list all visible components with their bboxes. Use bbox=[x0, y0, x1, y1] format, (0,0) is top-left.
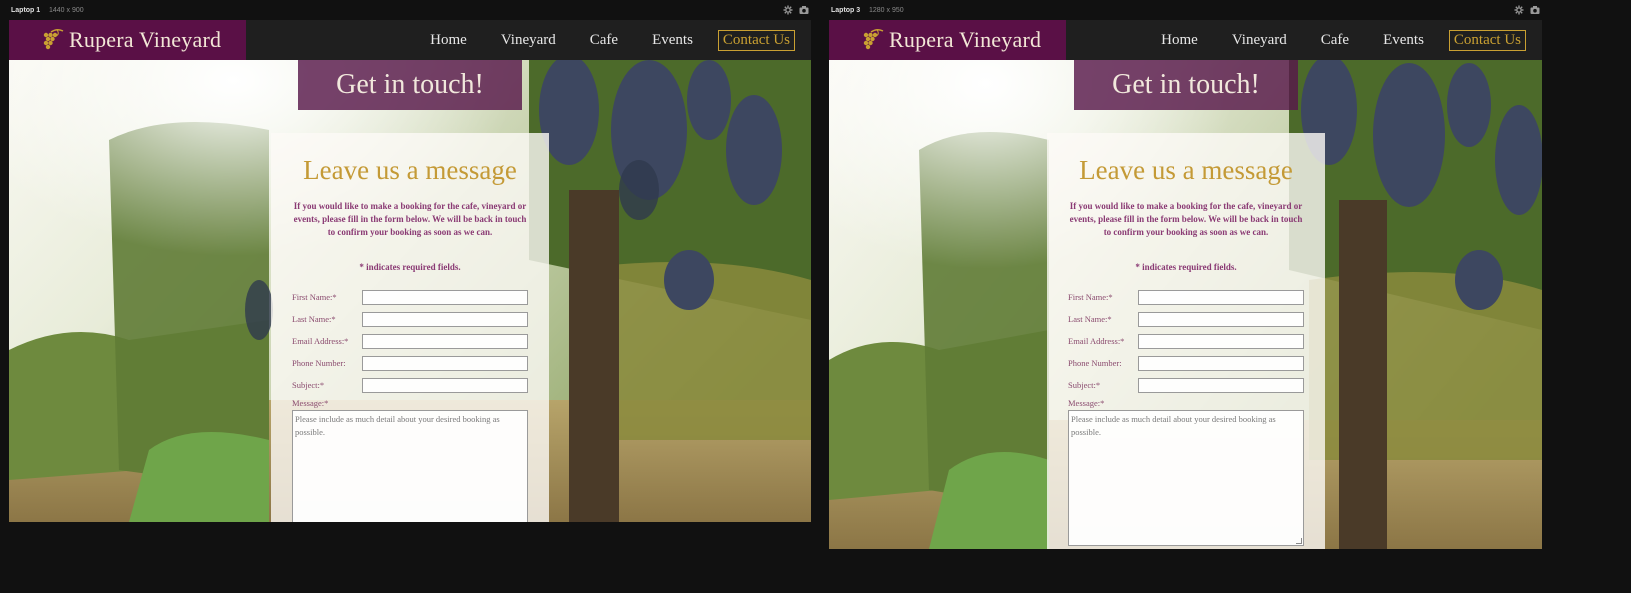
last-name-label: Last Name:* bbox=[1068, 314, 1112, 324]
required-note: * indicates required fields. bbox=[1135, 262, 1237, 272]
form-heading: Leave us a message bbox=[303, 155, 517, 185]
email-input[interactable] bbox=[362, 334, 528, 349]
message-placeholder: Please include as much detail about your… bbox=[1071, 414, 1276, 437]
nav-vineyard[interactable]: Vineyard bbox=[484, 32, 573, 49]
field-row-email: Email Address:* bbox=[1068, 334, 1304, 350]
required-note: * indicates required fields. bbox=[359, 262, 461, 272]
brand[interactable]: Rupera Vineyard bbox=[9, 20, 246, 60]
message-textarea[interactable]: Please include as much detail about your… bbox=[292, 410, 528, 522]
first-name-input[interactable] bbox=[362, 290, 528, 305]
device-name: Laptop 1 bbox=[11, 7, 41, 14]
field-row-email: Email Address:* bbox=[292, 334, 528, 350]
site-navbar: Rupera Vineyard Home Vineyard Cafe Event… bbox=[9, 20, 811, 60]
first-name-label: First Name:* bbox=[1068, 292, 1113, 302]
form-heading: Leave us a message bbox=[1079, 155, 1293, 185]
site-navbar: Rupera Vineyard Home Vineyard Cafe Event… bbox=[829, 20, 1542, 60]
nav-home[interactable]: Home bbox=[413, 32, 484, 49]
nav-cafe[interactable]: Cafe bbox=[1304, 32, 1366, 49]
contact-form-panel: Leave us a message If you would like to … bbox=[1047, 133, 1325, 549]
viewport-screen: Rupera Vineyard Home Vineyard Cafe Event… bbox=[9, 20, 811, 522]
nav-home[interactable]: Home bbox=[1144, 32, 1215, 49]
field-row-first-name: First Name:* bbox=[292, 290, 528, 306]
subject-input[interactable] bbox=[362, 378, 528, 393]
last-name-label: Last Name:* bbox=[292, 314, 336, 324]
subject-label: Subject:* bbox=[1068, 380, 1101, 390]
field-row-subject: Subject:* bbox=[292, 378, 528, 394]
nav-contact-us[interactable]: Contact Us bbox=[717, 29, 795, 51]
grape-vine-logo-icon bbox=[857, 26, 885, 54]
device-name: Laptop 3 bbox=[831, 7, 861, 14]
contact-form-panel: Leave us a message If you would like to … bbox=[271, 133, 549, 522]
nav-links: Home Vineyard Cafe Events Contact Us bbox=[1144, 20, 1526, 60]
page-banner: Get in touch! bbox=[298, 60, 522, 110]
last-name-input[interactable] bbox=[362, 312, 528, 327]
nav-contact-us[interactable]: Contact Us bbox=[1448, 29, 1526, 51]
page-banner: Get in touch! bbox=[1074, 60, 1298, 110]
device-toolbar: Laptop 3 1280 x 950 bbox=[829, 0, 1542, 20]
field-row-phone: Phone Number: bbox=[292, 356, 528, 372]
form-intro: If you would like to make a booking for … bbox=[1069, 201, 1303, 237]
phone-input[interactable] bbox=[362, 356, 528, 371]
resize-handle[interactable] bbox=[1296, 538, 1302, 544]
message-textarea[interactable]: Please include as much detail about your… bbox=[1068, 410, 1304, 546]
nav-vineyard[interactable]: Vineyard bbox=[1215, 32, 1304, 49]
field-row-subject: Subject:* bbox=[1068, 378, 1304, 394]
device-laptop-3: Laptop 3 1280 x 950 Rupera Vineyard Home… bbox=[829, 0, 1542, 570]
page-title: Get in touch! bbox=[336, 69, 484, 100]
brand-name: Rupera Vineyard bbox=[889, 27, 1042, 52]
field-row-last-name: Last Name:* bbox=[292, 312, 528, 328]
field-row-first-name: First Name:* bbox=[1068, 290, 1304, 306]
brand-name: Rupera Vineyard bbox=[69, 27, 222, 52]
camera-icon[interactable] bbox=[799, 5, 809, 15]
message-label: Message:* bbox=[292, 398, 329, 408]
nav-events[interactable]: Events bbox=[1366, 32, 1441, 49]
viewport-screen: Rupera Vineyard Home Vineyard Cafe Event… bbox=[829, 20, 1542, 549]
email-input[interactable] bbox=[1138, 334, 1304, 349]
brand[interactable]: Rupera Vineyard bbox=[829, 20, 1066, 60]
grape-vine-logo-icon bbox=[37, 26, 65, 54]
device-toolbar: Laptop 1 1440 x 900 bbox=[9, 0, 811, 20]
gear-icon[interactable] bbox=[1514, 5, 1524, 15]
nav-cafe[interactable]: Cafe bbox=[573, 32, 635, 49]
page-title: Get in touch! bbox=[1112, 69, 1260, 100]
phone-label: Phone Number: bbox=[292, 358, 346, 368]
device-size: 1280 x 950 bbox=[869, 7, 904, 14]
phone-input[interactable] bbox=[1138, 356, 1304, 371]
nav-events[interactable]: Events bbox=[635, 32, 710, 49]
phone-label: Phone Number: bbox=[1068, 358, 1122, 368]
nav-links: Home Vineyard Cafe Events Contact Us bbox=[413, 20, 795, 60]
camera-icon[interactable] bbox=[1530, 5, 1540, 15]
gear-icon[interactable] bbox=[783, 5, 793, 15]
last-name-input[interactable] bbox=[1138, 312, 1304, 327]
subject-input[interactable] bbox=[1138, 378, 1304, 393]
field-row-last-name: Last Name:* bbox=[1068, 312, 1304, 328]
subject-label: Subject:* bbox=[292, 380, 325, 390]
first-name-input[interactable] bbox=[1138, 290, 1304, 305]
device-laptop-1: Laptop 1 1440 x 900 Rupera Vineyard Home… bbox=[9, 0, 811, 545]
email-label: Email Address:* bbox=[1068, 336, 1125, 346]
form-intro: If you would like to make a booking for … bbox=[293, 201, 527, 237]
first-name-label: First Name:* bbox=[292, 292, 337, 302]
message-label: Message:* bbox=[1068, 398, 1105, 408]
field-row-phone: Phone Number: bbox=[1068, 356, 1304, 372]
device-size: 1440 x 900 bbox=[49, 7, 84, 14]
email-label: Email Address:* bbox=[292, 336, 349, 346]
